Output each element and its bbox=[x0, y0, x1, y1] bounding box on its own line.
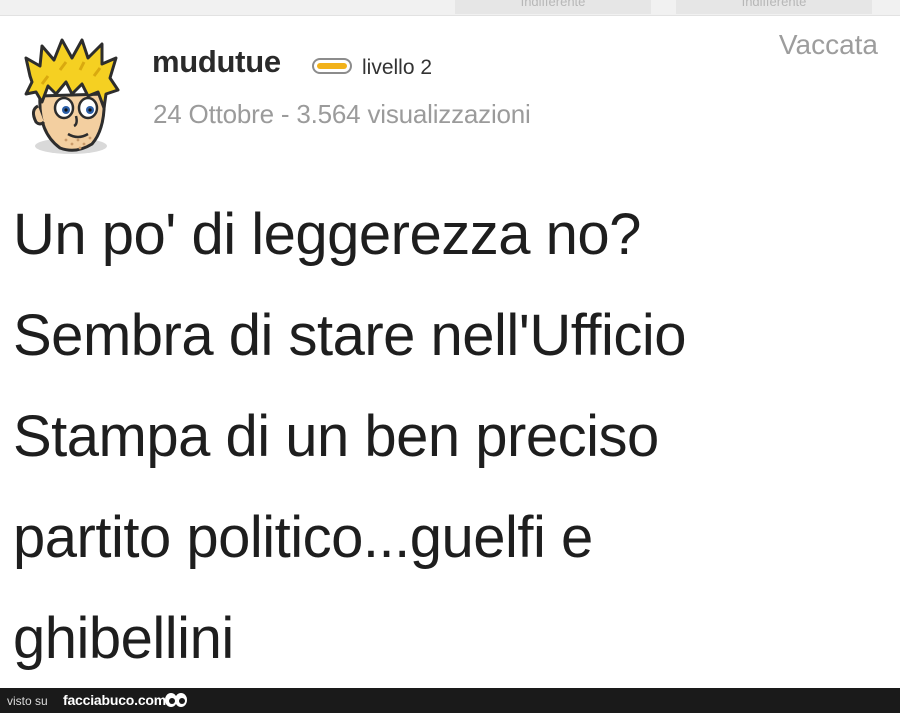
top-reaction-bar: Indifferente Indifferente bbox=[0, 0, 900, 16]
reaction-tab-indifferente[interactable]: Indifferente bbox=[455, 0, 651, 14]
footer-brand[interactable]: facciabuco.com bbox=[63, 692, 166, 708]
avatar[interactable] bbox=[18, 36, 122, 160]
level-badge-icon bbox=[312, 58, 352, 74]
user-level: livello 2 bbox=[362, 56, 433, 79]
post-verdict[interactable]: Vaccata bbox=[779, 29, 878, 61]
reaction-tab-indifferente-2[interactable]: Indifferente bbox=[676, 0, 872, 14]
watermark-footer: visto su facciabuco.com bbox=[0, 688, 900, 713]
level-badge-fill bbox=[317, 63, 347, 69]
username[interactable]: mudutue bbox=[152, 44, 281, 80]
footer-prefix: visto su bbox=[7, 694, 48, 708]
post-text: Un po' di leggerezza no? Sembra di stare… bbox=[13, 202, 686, 671]
eyes-icon bbox=[165, 693, 187, 707]
post-meta: 24 Ottobre - 3.564 visualizzazioni bbox=[153, 99, 531, 129]
